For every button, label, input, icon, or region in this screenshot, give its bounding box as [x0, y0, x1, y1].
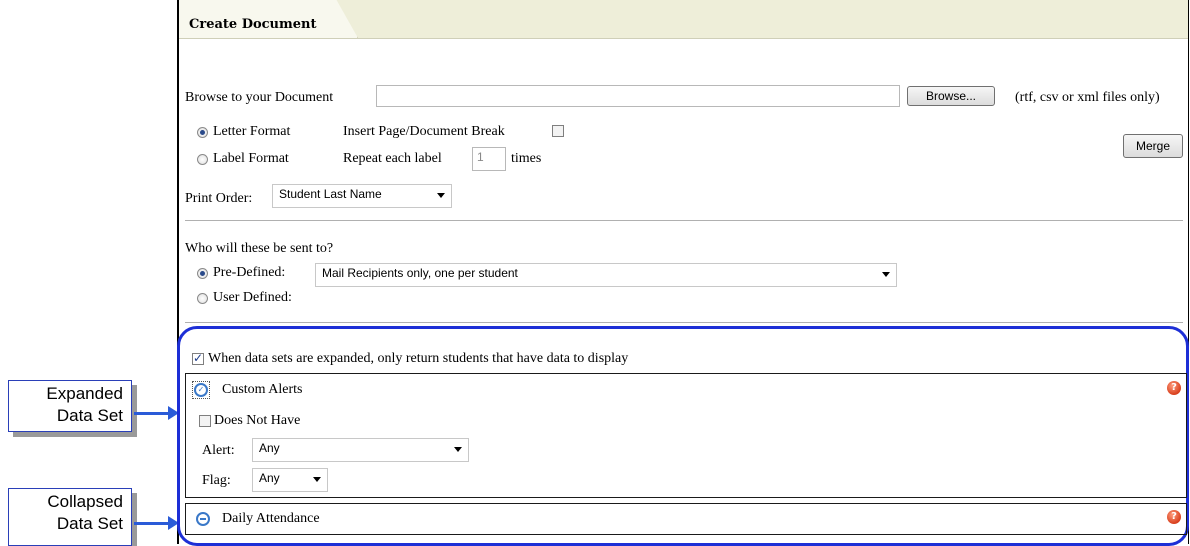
repeat-label-text: Repeat each label: [343, 151, 442, 166]
callout-text: Expanded: [46, 384, 123, 403]
times-label: times: [511, 151, 542, 166]
label-format-radio[interactable]: [197, 154, 208, 165]
callout-arrow-line: [134, 522, 170, 525]
collapsed-data-set-callout: Collapsed Data Set: [8, 488, 132, 546]
alert-value: Any: [259, 441, 280, 455]
callout-text: Data Set: [56, 406, 123, 425]
letter-format-radio[interactable]: [197, 127, 208, 138]
user-defined-radio[interactable]: [197, 293, 208, 304]
does-not-have-checkbox[interactable]: [199, 415, 211, 427]
flag-label: Flag:: [202, 473, 231, 488]
help-icon[interactable]: ?: [1167, 510, 1181, 524]
browse-label: Browse to your Document: [185, 90, 334, 105]
tab-title: Create Document: [189, 17, 317, 32]
custom-alerts-title: Custom Alerts: [222, 382, 303, 397]
divider: [179, 38, 1188, 39]
user-defined-label: User Defined:: [213, 290, 292, 305]
document-path-input[interactable]: [376, 85, 900, 107]
custom-alerts-dataset: [185, 373, 1187, 498]
repeat-count-input[interactable]: 1: [472, 147, 506, 171]
only-return-label: When data sets are expanded, only return…: [208, 351, 629, 366]
only-return-checkbox[interactable]: [192, 351, 204, 365]
insert-break-label: Insert Page/Document Break: [343, 124, 505, 139]
recipients-question: Who will these be sent to?: [185, 241, 334, 256]
alert-select[interactable]: Any: [252, 438, 469, 462]
help-icon[interactable]: ?: [1167, 381, 1181, 395]
divider: [185, 322, 1183, 323]
flag-value: Any: [259, 471, 280, 485]
alert-label: Alert:: [202, 443, 235, 458]
expanded-data-set-callout: Expanded Data Set: [8, 380, 132, 432]
print-order-select[interactable]: Student Last Name: [272, 184, 452, 208]
repeat-count-value: 1: [477, 150, 484, 164]
tab-bar: Create Document: [179, 0, 1188, 39]
daily-attendance-title: Daily Attendance: [222, 511, 320, 526]
chevron-down-icon: [454, 447, 462, 452]
pre-defined-value: Mail Recipients only, one per student: [322, 266, 518, 280]
pre-defined-radio[interactable]: [197, 268, 208, 279]
expand-icon[interactable]: ✓: [192, 381, 210, 399]
callout-arrow-line: [134, 412, 170, 415]
callout-text: Collapsed: [47, 492, 123, 511]
chevron-down-icon: [882, 272, 890, 277]
chevron-down-icon: [313, 477, 321, 482]
tab-create-document[interactable]: Create Document: [179, 0, 358, 38]
flag-select[interactable]: Any: [252, 468, 328, 492]
pre-defined-label: Pre-Defined:: [213, 265, 286, 280]
merge-button[interactable]: Merge: [1123, 134, 1183, 158]
file-type-hint: (rtf, csv or xml files only): [1015, 90, 1160, 105]
collapse-icon[interactable]: [196, 512, 210, 526]
print-order-value: Student Last Name: [279, 187, 382, 201]
insert-break-checkbox[interactable]: [552, 125, 564, 137]
browse-button[interactable]: Browse...: [907, 86, 995, 106]
does-not-have-label: Does Not Have: [214, 413, 301, 428]
pre-defined-select[interactable]: Mail Recipients only, one per student: [315, 263, 897, 287]
label-format-label: Label Format: [213, 151, 289, 166]
chevron-down-icon: [437, 193, 445, 198]
letter-format-label: Letter Format: [213, 124, 291, 139]
divider: [185, 220, 1183, 221]
callout-text: Data Set: [56, 514, 123, 533]
daily-attendance-dataset: [185, 503, 1187, 535]
print-order-label: Print Order:: [185, 191, 253, 206]
